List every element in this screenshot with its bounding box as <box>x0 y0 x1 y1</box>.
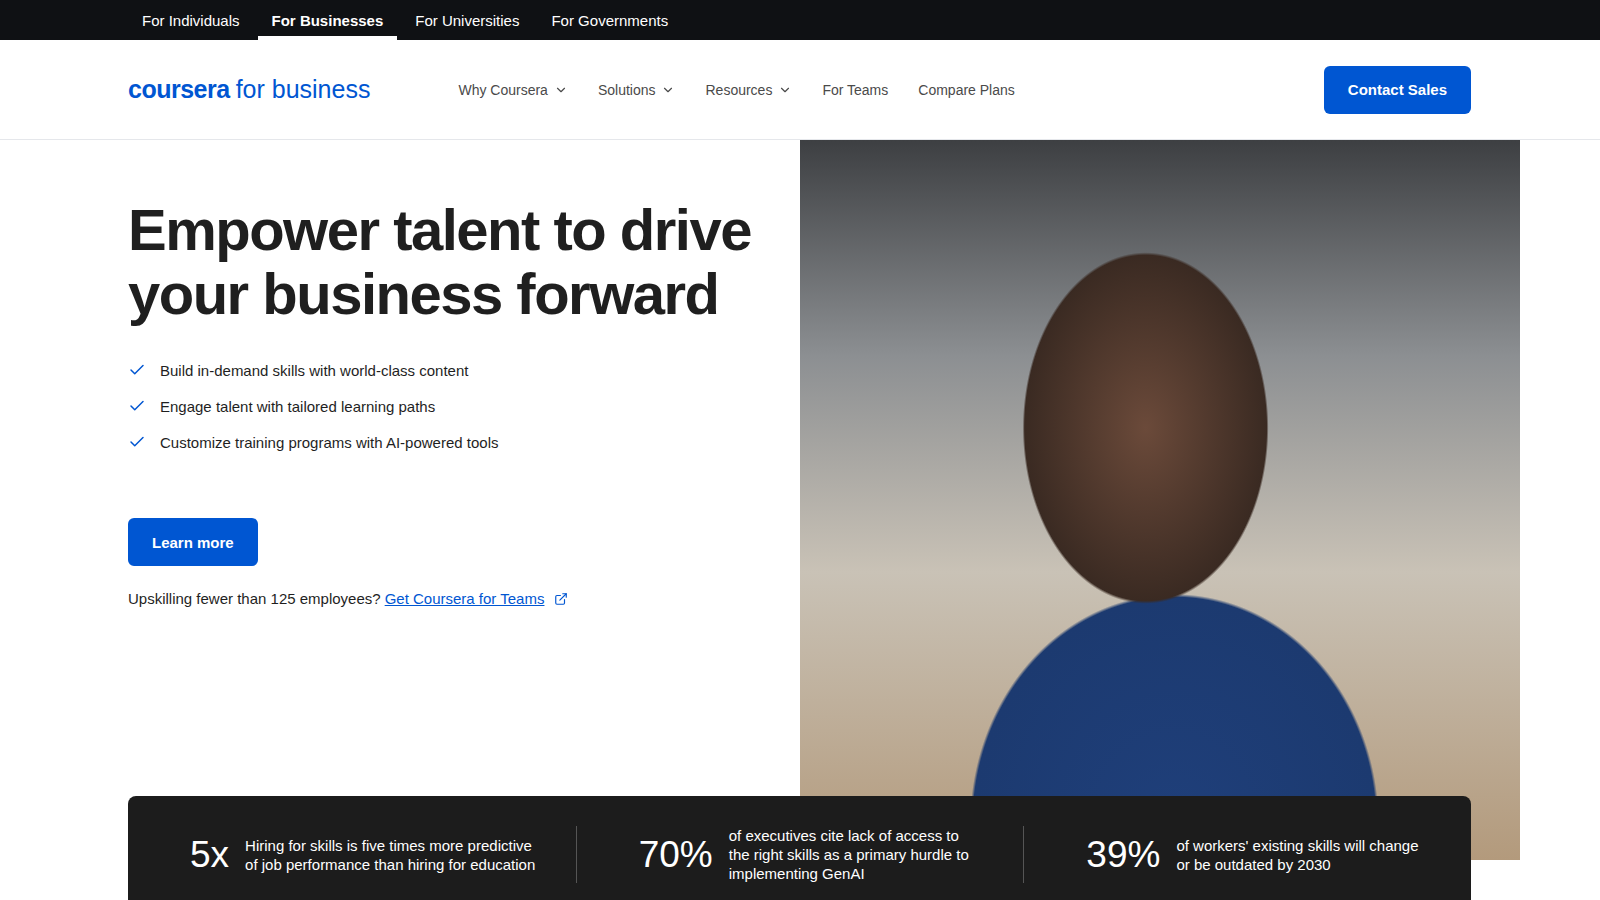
hero-text: Empower talent to drive your business fo… <box>128 140 800 860</box>
audience-tab[interactable]: For Universities <box>401 0 533 40</box>
check-icon <box>128 361 146 379</box>
stat: 70% of executives cite lack of access to … <box>576 826 1024 883</box>
chevron-down-icon <box>554 83 568 97</box>
audience-tab[interactable]: For Governments <box>537 0 682 40</box>
stat: 39% of workers' existing skills will chan… <box>1023 826 1471 883</box>
benefit-item: Customize training programs with AI-powe… <box>128 424 776 460</box>
benefit-list: Build in-demand skills with world-class … <box>128 352 776 460</box>
audience-tab[interactable]: For Individuals <box>128 0 254 40</box>
stat: 5x Hiring for skills is five times more p… <box>128 826 576 883</box>
site-header: courserafor business Why Coursera Solution… <box>0 40 1600 140</box>
hero-photo <box>800 140 1520 860</box>
teams-link[interactable]: Get Coursera for Teams <box>385 590 569 607</box>
stat-value: 70% <box>639 834 713 876</box>
benefit-item: Engage talent with tailored learning pat… <box>128 388 776 424</box>
check-icon <box>128 397 146 415</box>
main-nav: Why Coursera Solutions Resources For Teams C… <box>458 82 1014 98</box>
stat-value: 39% <box>1086 834 1160 876</box>
chevron-down-icon <box>661 83 675 97</box>
nav-item[interactable]: Solutions <box>598 82 676 98</box>
logo[interactable]: courserafor business <box>128 75 370 104</box>
audience-bar: For IndividualsFor BusinessesFor Univers… <box>0 0 1600 40</box>
nav-item[interactable]: For Teams <box>822 82 888 98</box>
chevron-down-icon <box>778 83 792 97</box>
stat-text: of executives cite lack of access to the… <box>729 826 984 883</box>
stat-text: Hiring for skills is five times more pre… <box>245 836 536 874</box>
contact-sales-button[interactable]: Contact Sales <box>1324 66 1471 114</box>
external-link-icon <box>554 592 568 606</box>
benefit-item: Build in-demand skills with world-class … <box>128 352 776 388</box>
hero-title: Empower talent to drive your business fo… <box>128 198 776 326</box>
nav-item[interactable]: Resources <box>705 82 792 98</box>
check-icon <box>128 433 146 451</box>
teams-prompt: Upskilling fewer than 125 employees?Get … <box>128 590 776 607</box>
stat-value: 5x <box>190 834 229 876</box>
stat-text: of workers' existing skills will change … <box>1176 836 1431 874</box>
audience-tab[interactable]: For Businesses <box>258 0 398 40</box>
nav-item[interactable]: Why Coursera <box>458 82 567 98</box>
nav-item[interactable]: Compare Plans <box>918 82 1015 98</box>
learn-more-button[interactable]: Learn more <box>128 518 258 566</box>
stats-band: 5x Hiring for skills is five times more p… <box>128 796 1471 900</box>
hero: Empower talent to drive your business fo… <box>0 140 1600 860</box>
